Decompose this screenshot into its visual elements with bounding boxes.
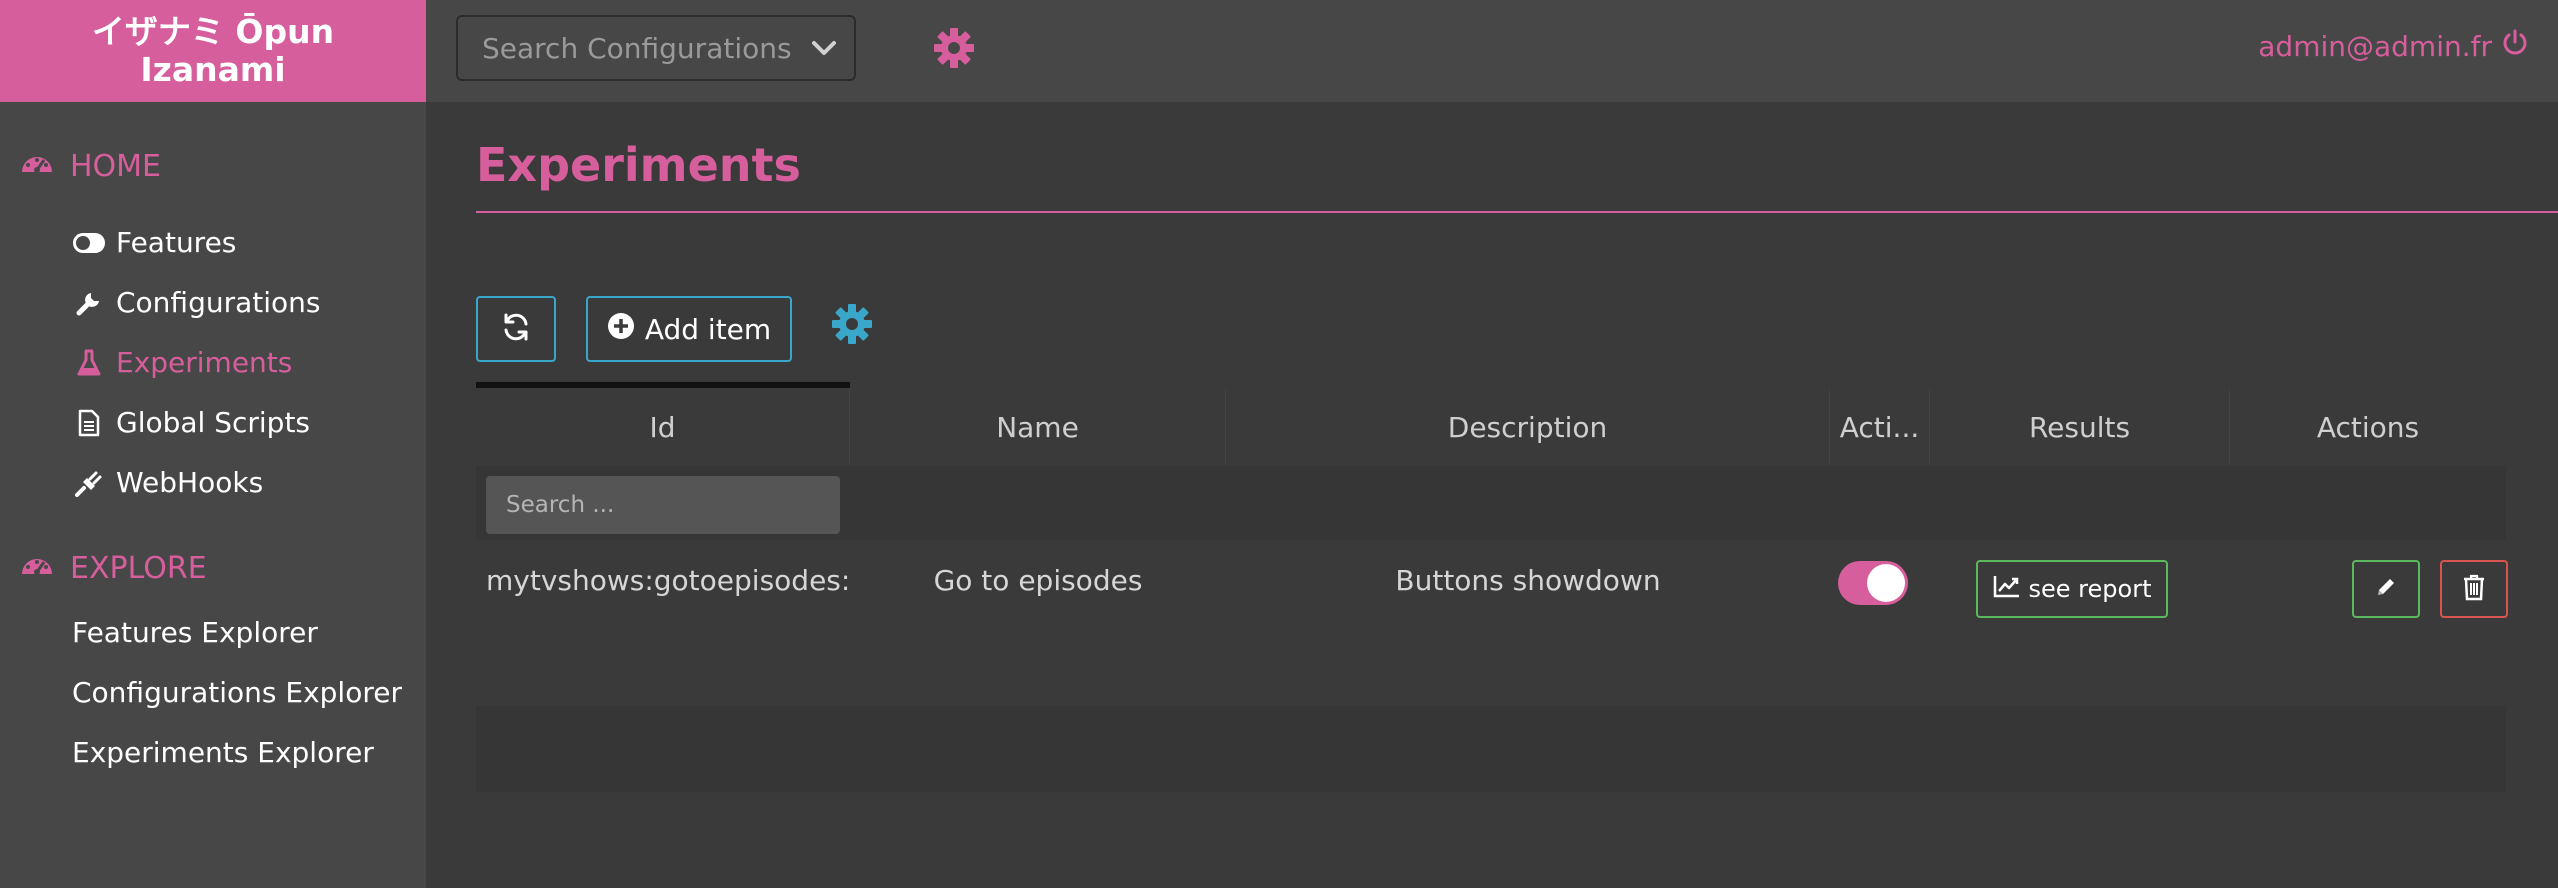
filter-row: [476, 466, 2506, 540]
sidebar-item-label: Configurations Explorer: [72, 676, 402, 709]
sidebar: HOME Features Configurations Experiments…: [0, 102, 426, 888]
user-email[interactable]: admin@admin.fr: [2258, 30, 2492, 63]
id-filter-input[interactable]: [486, 476, 840, 534]
sidebar-item-label: Experiments: [116, 346, 293, 379]
column-header-description[interactable]: Description: [1226, 390, 1830, 464]
sidebar-section-home[interactable]: HOME: [20, 148, 161, 184]
sidebar-item-label: Global Scripts: [116, 406, 311, 439]
delete-button[interactable]: [2440, 560, 2508, 618]
sort-indicator: [476, 382, 850, 388]
add-item-label: Add item: [644, 312, 772, 346]
file-icon: [72, 408, 106, 438]
flask-icon: [72, 348, 106, 378]
sidebar-section-explore-label: EXPLORE: [70, 550, 207, 586]
wrench-icon: [72, 288, 106, 318]
dashboard-icon: [20, 550, 54, 586]
line-chart-icon: [1993, 574, 2021, 604]
cell-description: Buttons showdown: [1395, 563, 1661, 597]
sidebar-item-label: Features Explorer: [72, 616, 318, 649]
column-header-results[interactable]: Results: [1930, 390, 2230, 464]
sidebar-item-label: WebHooks: [116, 466, 264, 499]
column-header-active[interactable]: Acti...: [1830, 390, 1930, 464]
refresh-button[interactable]: [476, 296, 556, 362]
sidebar-section-home-label: HOME: [70, 148, 162, 184]
sidebar-item-label: Configurations: [116, 286, 321, 319]
cell-id: mytvshows:gotoepisodes:bu: [486, 563, 850, 597]
trash-icon: [2462, 573, 2486, 605]
page-title: Experiments: [476, 138, 801, 192]
table-header: Id Name Description Acti... Results Acti…: [476, 382, 2506, 466]
search-configurations-select[interactable]: Search Configurations: [456, 15, 856, 81]
table-settings-gear-icon[interactable]: [830, 302, 874, 346]
sidebar-item-configurations-explorer[interactable]: Configurations Explorer: [72, 676, 402, 709]
brand-logo[interactable]: イザナミ Ōpun Izanami: [0, 0, 426, 102]
sidebar-item-configurations[interactable]: Configurations: [72, 286, 320, 319]
sidebar-item-features[interactable]: Features: [72, 226, 236, 259]
sidebar-item-experiments[interactable]: Experiments: [72, 346, 292, 379]
table-row[interactable]: mytvshows:gotoepisodes:bu Go to episodes…: [476, 540, 2506, 630]
chevron-down-icon[interactable]: [794, 39, 854, 57]
title-divider: [476, 211, 2558, 213]
table-empty-row: [476, 706, 2506, 792]
sidebar-item-label: Features: [116, 226, 237, 259]
pencil-icon: [2374, 575, 2398, 603]
active-toggle[interactable]: [1838, 561, 1908, 605]
sidebar-item-webhooks[interactable]: WebHooks: [72, 466, 263, 499]
brand-title: Izanami: [140, 50, 286, 89]
power-icon[interactable]: [2500, 28, 2530, 65]
sidebar-item-features-explorer[interactable]: Features Explorer: [72, 616, 318, 649]
brand-title-jp: イザナミ Ōpun: [91, 12, 335, 51]
refresh-icon: [500, 311, 532, 347]
top-bar: イザナミ Ōpun Izanami Search Configurations: [0, 0, 2558, 102]
see-report-button[interactable]: see report: [1976, 560, 2168, 618]
plug-icon: [72, 468, 106, 498]
settings-gear-icon[interactable]: [932, 26, 976, 70]
user-menu[interactable]: admin@admin.fr: [2258, 28, 2530, 65]
column-header-name[interactable]: Name: [850, 390, 1226, 464]
search-placeholder: Search Configurations: [482, 31, 792, 65]
see-report-label: see report: [2028, 575, 2152, 603]
toggle-knob: [1867, 564, 1905, 602]
cell-name: Go to episodes: [933, 563, 1143, 597]
add-item-button[interactable]: Add item: [586, 296, 792, 362]
plus-circle-icon: [607, 312, 635, 347]
sidebar-item-experiments-explorer[interactable]: Experiments Explorer: [72, 736, 374, 769]
sidebar-item-label: Experiments Explorer: [72, 736, 374, 769]
edit-button[interactable]: [2352, 560, 2420, 618]
column-header-id[interactable]: Id: [476, 390, 850, 464]
sidebar-item-global-scripts[interactable]: Global Scripts: [72, 406, 310, 439]
column-header-actions: Actions: [2316, 410, 2420, 444]
sidebar-section-explore[interactable]: EXPLORE: [20, 550, 207, 586]
toggle-icon: [72, 228, 106, 258]
dashboard-icon: [20, 148, 54, 184]
